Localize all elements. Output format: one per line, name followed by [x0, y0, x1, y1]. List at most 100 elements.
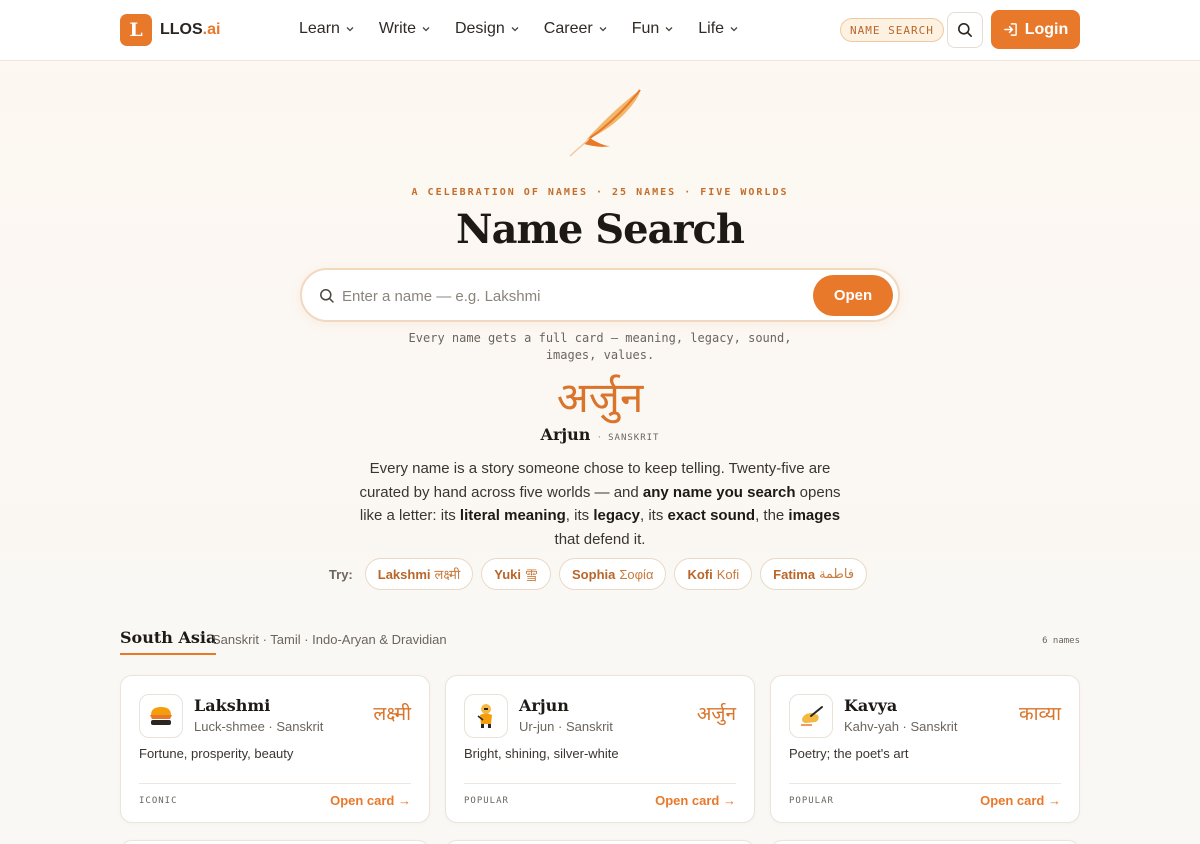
try-chip-fatima[interactable]: Fatima فاطمة — [760, 558, 868, 590]
name-card-partial[interactable] — [120, 840, 430, 844]
name-search-input[interactable] — [342, 280, 802, 312]
open-card-link[interactable]: Open card → — [330, 793, 411, 808]
card-meaning: Poetry; the poet's art — [789, 746, 909, 761]
card-icon-box — [139, 694, 183, 738]
nav-career[interactable]: Career — [544, 20, 607, 38]
chip-name: Sophia — [572, 566, 616, 582]
nav-fun-label: Fun — [631, 20, 660, 37]
nav-life-label: Life — [698, 20, 725, 37]
card-icon-box — [464, 694, 508, 738]
logo[interactable]: L LLOS.ai — [120, 14, 220, 46]
name-card-partial[interactable] — [770, 840, 1080, 844]
chip-native: Σοφία — [619, 566, 654, 582]
card-meaning: Fortune, prosperity, beauty — [139, 746, 294, 761]
card-native-script: लक्ष्मी — [373, 703, 411, 725]
card-divider — [139, 783, 411, 784]
lede-emphasis: legacy — [593, 507, 641, 524]
open-card-link[interactable]: Open card → — [655, 793, 736, 808]
lede-text: , its — [565, 507, 594, 524]
card-native-script: अर्जुन — [696, 703, 736, 725]
featured-name-separator: · — [597, 431, 602, 443]
name-card-partial[interactable] — [445, 840, 755, 844]
section-count: 6 names — [1042, 636, 1080, 646]
nav-learn[interactable]: Learn — [299, 20, 354, 38]
card-divider — [464, 783, 736, 784]
search-icon — [958, 23, 972, 37]
login-label: Login — [1024, 20, 1069, 38]
try-label: Try: — [328, 566, 353, 582]
card-name: Kavya — [844, 696, 898, 715]
lede-text: , the — [755, 507, 789, 524]
open-button[interactable]: Open — [813, 275, 893, 316]
header-search-button[interactable] — [947, 12, 983, 48]
card-meaning: Bright, shining, silver-white — [464, 746, 619, 761]
try-chip-sophia[interactable]: Sophia Σοφία — [559, 558, 667, 590]
lede-emphasis: images — [788, 507, 841, 524]
chip-native: فاطمة — [819, 566, 855, 581]
chip-name: Lakshmi — [377, 566, 431, 582]
featured-name-label: Arjun — [540, 425, 591, 444]
writing-hand-icon — [801, 706, 823, 726]
try-chip-lakshmi[interactable]: Lakshmi लक्ष्मी — [364, 558, 474, 590]
nav-career-label: Career — [543, 20, 593, 37]
search-icon — [320, 289, 334, 303]
nav-write[interactable]: Write — [379, 20, 430, 38]
chip-native: Kofi — [716, 566, 740, 582]
chip-native: 雪 — [525, 567, 539, 583]
card-pronunciation: Kahv-yah · Sanskrit — [844, 719, 958, 734]
nav-life[interactable]: Life — [698, 20, 738, 38]
chevron-down-icon — [665, 27, 673, 32]
lede-text: that defend it. — [554, 530, 646, 548]
featured-name-language: SANSKRIT — [608, 433, 660, 443]
archer-icon — [477, 704, 492, 728]
card-native-script: काव्या — [1019, 703, 1061, 725]
chevron-down-icon — [346, 27, 354, 32]
current-tool-badge[interactable]: NAME SEARCH — [840, 18, 944, 42]
login-button[interactable]: Login — [991, 10, 1080, 49]
nav-learn-label: Learn — [299, 20, 340, 37]
card-divider — [789, 783, 1061, 784]
lede-text: , its — [640, 507, 668, 524]
hero-eyebrow: A CELEBRATION OF NAMES · 25 NAMES · FIVE… — [411, 187, 789, 198]
intro-paragraph: Every name is a story someone chose to k… — [350, 457, 850, 551]
chevron-down-icon — [511, 27, 519, 32]
logo-wordmark: LLOS.ai — [160, 21, 220, 39]
nav-design-label: Design — [454, 20, 505, 37]
section-header-south-asia: South Asia Sanskrit · Tamil · Indo-Aryan… — [120, 628, 1080, 658]
card-tag: POPULAR — [464, 796, 509, 806]
chip-native: लक्ष्मी — [434, 567, 461, 582]
logo-suffix: .ai — [202, 21, 221, 38]
login-icon — [1003, 23, 1017, 36]
card-name: Arjun — [519, 696, 569, 715]
card-tag: POPULAR — [789, 796, 834, 806]
search-hint: Every name gets a full card — meaning, l… — [408, 331, 792, 362]
logo-mark: L — [120, 14, 152, 46]
featured-name-script: अर्जुन — [556, 373, 644, 422]
nav-fun[interactable]: Fun — [632, 20, 674, 38]
nav-design[interactable]: Design — [455, 20, 519, 38]
name-search-bar: Open — [300, 268, 900, 322]
main-nav: Learn Write Design Career Fun Life — [299, 20, 763, 38]
top-navbar: L LLOS.ai Learn Write Design Career Fun … — [0, 0, 1200, 61]
logo-name: LLOS — [160, 21, 203, 38]
name-card-kavya[interactable]: Kavya Kahv-yah · Sanskrit काव्या Poetry;… — [770, 675, 1080, 823]
try-chip-yuki[interactable]: Yuki 雪 — [481, 558, 552, 590]
lede-emphasis: exact sound — [667, 507, 756, 524]
card-pronunciation: Ur-jun · Sanskrit — [519, 719, 613, 734]
nav-write-label: Write — [378, 20, 416, 37]
open-card-link[interactable]: Open card → — [980, 793, 1061, 808]
lede-emphasis: literal meaning — [459, 507, 566, 524]
card-tag: ICONIC — [139, 796, 178, 806]
name-card-arjun[interactable]: Arjun Ur-jun · Sanskrit अर्जुन Bright, s… — [445, 675, 755, 823]
name-card-lakshmi[interactable]: Lakshmi Luck-shmee · Sanskrit लक्ष्मी Fo… — [120, 675, 430, 823]
oil-lamp-icon — [150, 707, 172, 725]
chip-name: Kofi — [687, 566, 713, 582]
chevron-down-icon — [730, 27, 738, 32]
try-chip-kofi[interactable]: Kofi Kofi — [674, 558, 753, 590]
card-name: Lakshmi — [194, 696, 271, 715]
page-title: Name Search — [456, 206, 745, 253]
card-pronunciation: Luck-shmee · Sanskrit — [194, 719, 324, 734]
section-title[interactable]: South Asia — [120, 628, 217, 655]
chip-name: Fatima — [773, 566, 816, 582]
chevron-down-icon — [599, 27, 607, 32]
